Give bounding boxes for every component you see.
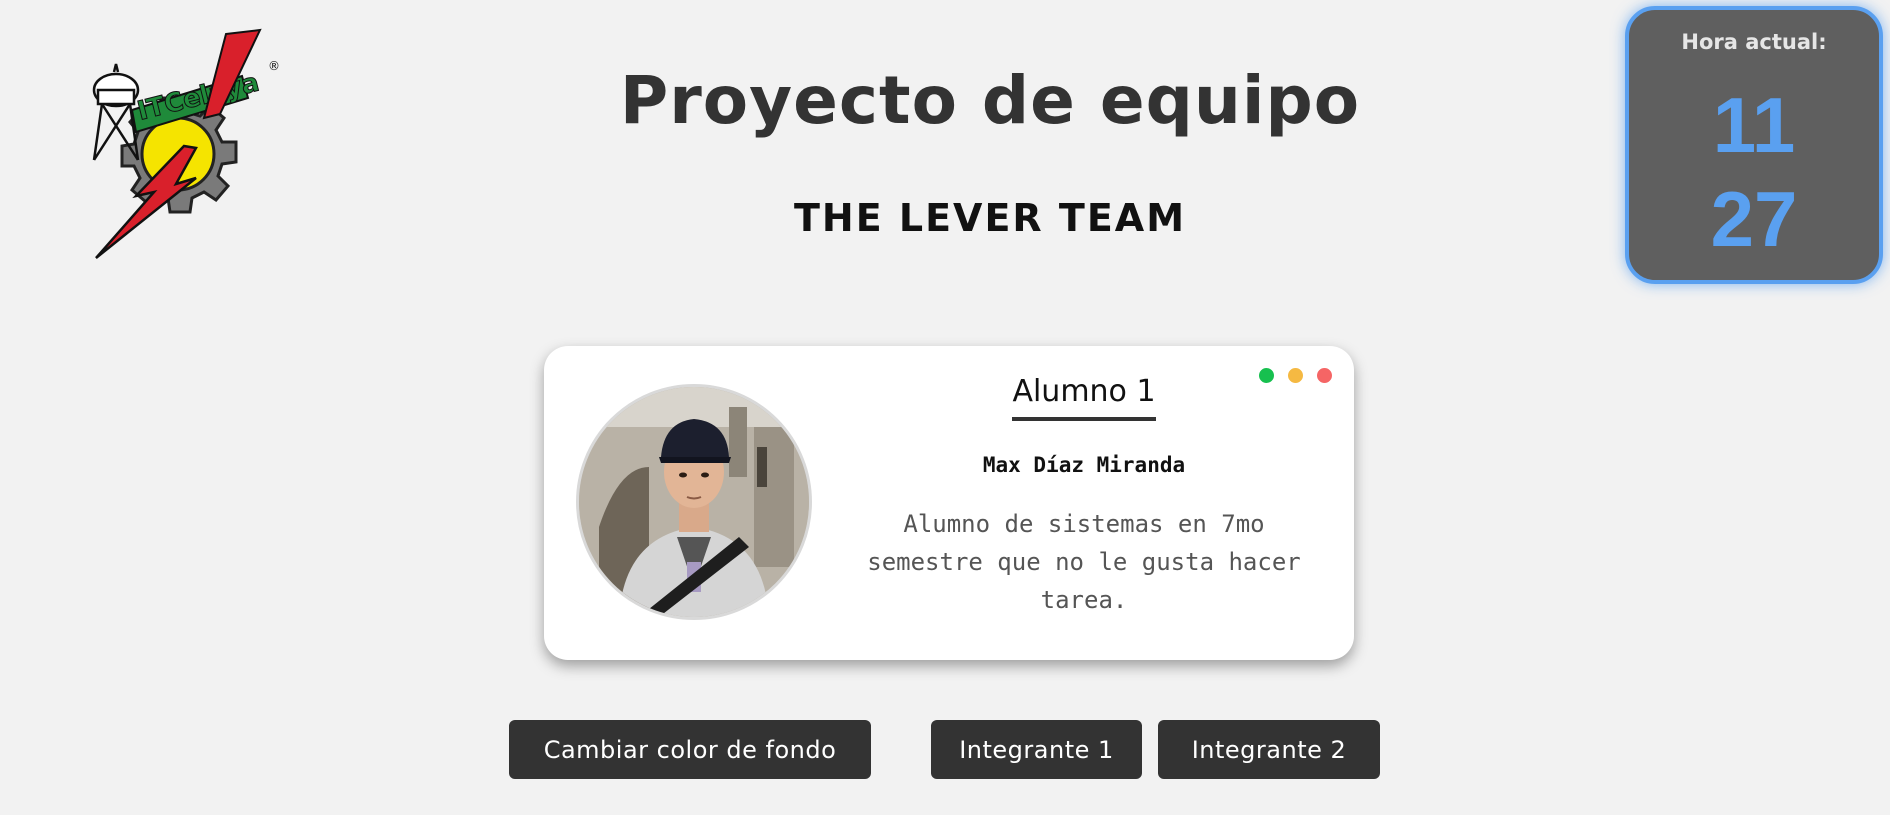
student-name: Max Díaz Miranda bbox=[982, 453, 1186, 477]
member-1-button[interactable]: Integrante 1 bbox=[931, 720, 1142, 779]
clock-label: Hora actual: bbox=[1681, 30, 1827, 54]
page-title: Proyecto de equipo bbox=[619, 62, 1361, 139]
student-description: Alumno de sistemas en 7mo semestre que n… bbox=[867, 510, 1301, 614]
clock-hour: 11 bbox=[1712, 81, 1796, 169]
clock-widget: Hora actual: 11 27 bbox=[1625, 6, 1883, 284]
change-background-button[interactable]: Cambiar color de fondo bbox=[509, 720, 871, 779]
card-heading: Alumno 1 bbox=[1012, 374, 1156, 421]
clock-minute: 27 bbox=[1710, 175, 1798, 263]
page: ITCelaya ® Proyecto de equipo THE LEVER … bbox=[0, 0, 1890, 815]
team-name: THE LEVER TEAM bbox=[793, 196, 1187, 240]
student-photo bbox=[576, 384, 812, 620]
card-body: Alumno 1 Max Díaz Miranda Alumno de sist… bbox=[834, 374, 1334, 619]
member-2-button[interactable]: Integrante 2 bbox=[1158, 720, 1380, 779]
student-card: Alumno 1 Max Díaz Miranda Alumno de sist… bbox=[544, 346, 1354, 660]
